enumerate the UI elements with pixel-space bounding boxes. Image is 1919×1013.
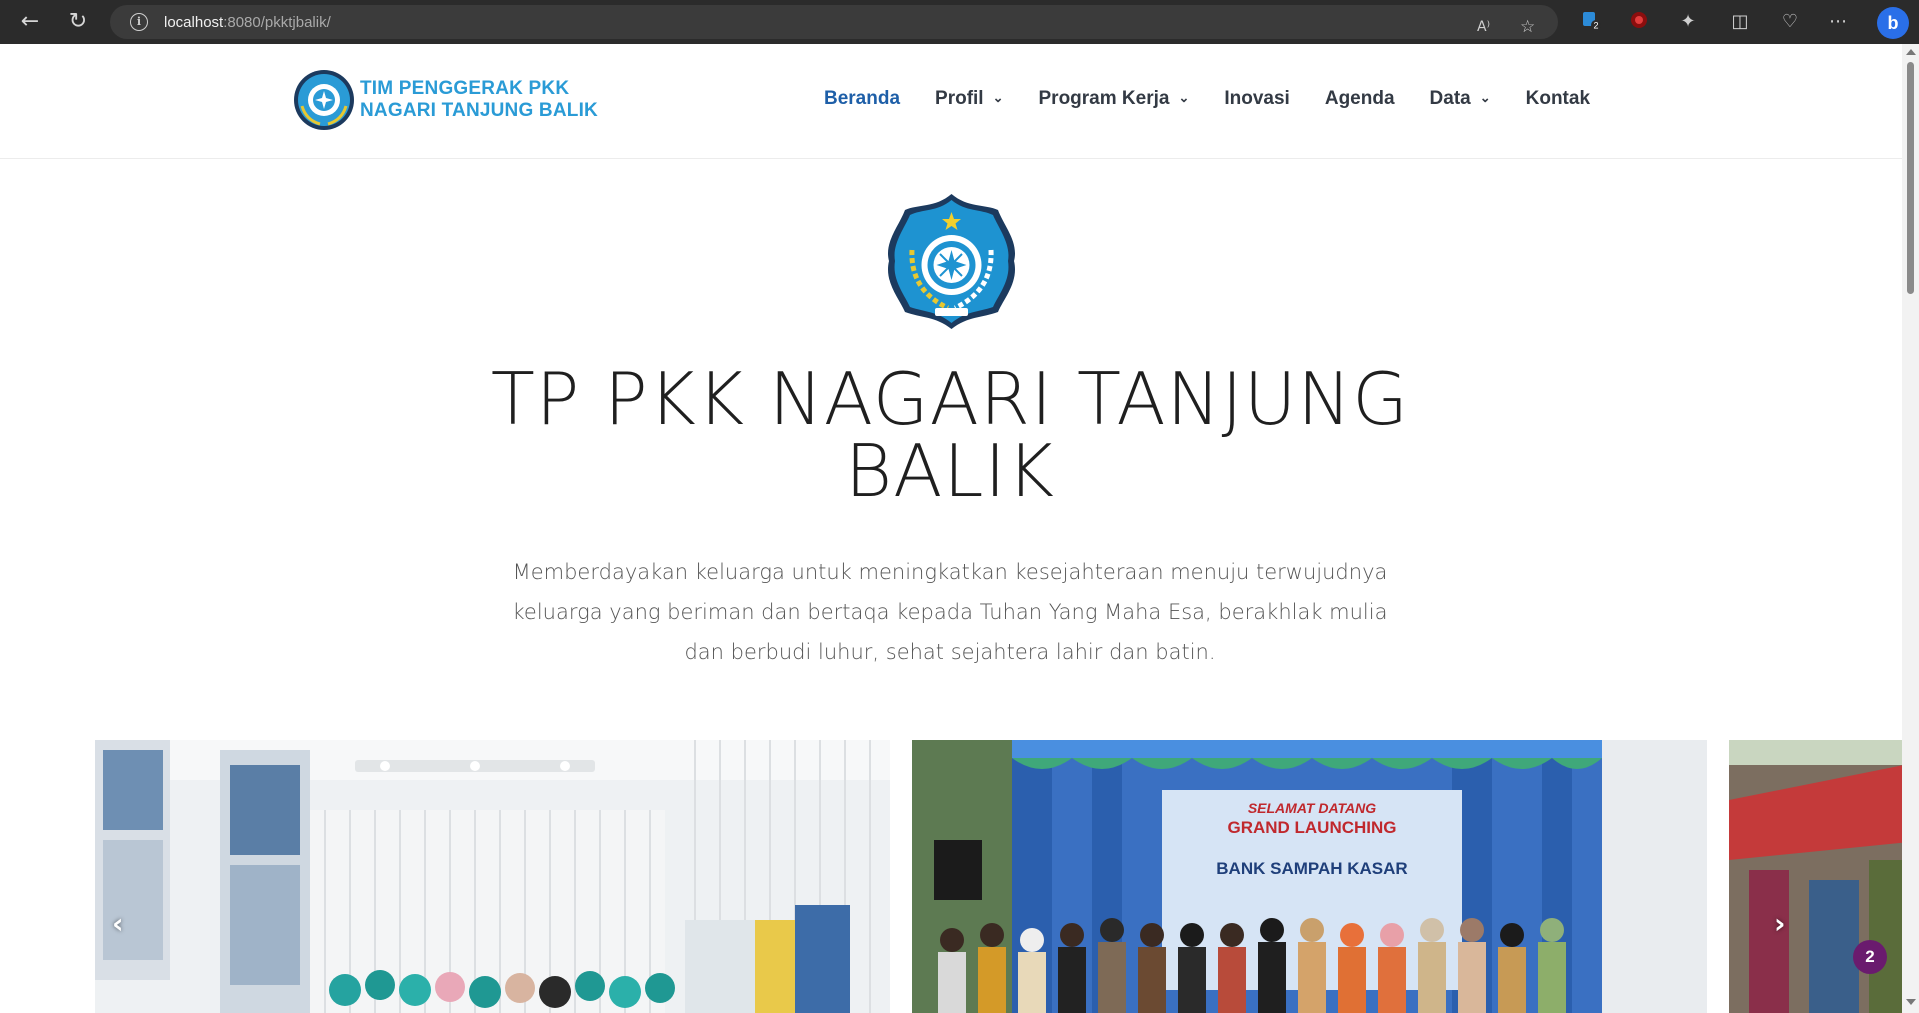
menu-item-inovasi[interactable]: Inovasi <box>1224 88 1289 110</box>
menu-label: Inovasi <box>1224 88 1290 109</box>
hero-title-line-1: TP PKK NAGARI TANJUNG <box>490 357 1410 441</box>
main-menu: Beranda Profil ⌄ Program Kerja ⌄ Inovasi A… <box>824 88 1625 110</box>
extension-badge-count: 2 <box>1593 21 1598 31</box>
adblock-icon[interactable] <box>1626 9 1652 35</box>
browser-toolbar: ← ↻ i localhost:8080/pkktjbalik/ A⁾ ☆ 2 … <box>0 0 1919 44</box>
back-icon[interactable]: ← <box>16 8 44 36</box>
grand-launching-photo: SELAMAT DATANG GRAND LAUNCHING BANK SAMP… <box>912 740 1707 1013</box>
site-header: TIM PENGGERAK PKK NAGARI TANJUNG BALIK B… <box>0 44 1902 159</box>
favorite-star-icon[interactable]: ☆ <box>1520 15 1535 39</box>
chevron-down-icon: ⌄ <box>1479 90 1491 105</box>
browser-essentials-icon[interactable]: ♡ <box>1777 9 1803 35</box>
menu-label: Agenda <box>1324 88 1395 109</box>
menu-label: Kontak <box>1525 88 1591 109</box>
site-info-icon[interactable]: i <box>130 13 148 31</box>
menu-item-data[interactable]: Data ⌄ <box>1430 88 1491 110</box>
brand-line-2: NAGARI TANJUNG BALIK <box>360 100 598 121</box>
pkk-logo-icon[interactable] <box>292 68 356 132</box>
menu-item-beranda[interactable]: Beranda <box>824 88 900 110</box>
menu-label: Program Kerja <box>1038 88 1170 109</box>
scroll-up-icon[interactable] <box>1906 49 1916 55</box>
menu-label: Beranda <box>824 88 901 109</box>
menu-item-profil[interactable]: Profil ⌄ <box>935 88 1003 110</box>
address-bar[interactable]: i localhost:8080/pkktjbalik/ A⁾ ☆ <box>110 5 1558 39</box>
banner-line-1: SELAMAT DATANG <box>1248 800 1376 816</box>
hero-title: TP PKK NAGARI TANJUNG BALIK <box>460 363 1440 507</box>
brand-name[interactable]: TIM PENGGERAK PKK NAGARI TANJUNG BALIK <box>360 78 598 122</box>
carousel-slide-grand-launching[interactable]: SELAMAT DATANG GRAND LAUNCHING BANK SAMP… <box>912 740 1707 1013</box>
extension-badge-icon[interactable]: 2 <box>1578 9 1604 35</box>
refresh-icon[interactable]: ↻ <box>64 8 92 36</box>
read-aloud-icon[interactable]: A⁾ <box>1477 15 1490 39</box>
menu-item-kontak[interactable]: Kontak <box>1526 88 1590 110</box>
carousel-prev-icon[interactable]: ‹ <box>112 907 124 940</box>
menu-item-program-kerja[interactable]: Program Kerja ⌄ <box>1039 88 1190 110</box>
page-scrollbar[interactable] <box>1902 44 1919 1013</box>
menu-label: Data <box>1429 88 1471 109</box>
banner-line-2: GRAND LAUNCHING <box>1227 818 1396 837</box>
scroll-down-icon[interactable] <box>1906 999 1916 1005</box>
photo-carousel[interactable]: SELAMAT DATANG GRAND LAUNCHING BANK SAMP… <box>95 740 1902 1013</box>
banner-line-3: BANK SAMPAH KASAR <box>1216 859 1407 878</box>
brand-line-1: TIM PENGGERAK PKK <box>360 78 570 99</box>
floating-notification-badge[interactable]: 2 <box>1853 940 1887 974</box>
url-path: :8080/pkktjbalik/ <box>223 13 331 31</box>
split-screen-icon[interactable]: ◫ <box>1727 9 1753 35</box>
pkk-emblem-icon <box>887 194 1016 329</box>
hero-title-line-2: BALIK <box>845 429 1055 513</box>
url-host: localhost <box>164 13 224 31</box>
copilot-icon[interactable]: b <box>1877 7 1909 39</box>
url-text[interactable]: localhost:8080/pkktjbalik/ <box>164 14 331 31</box>
chevron-down-icon: ⌄ <box>1178 90 1190 105</box>
scroll-thumb[interactable] <box>1907 62 1914 294</box>
office-meeting-photo <box>95 740 890 1013</box>
carousel-next-icon[interactable]: › <box>1774 907 1786 940</box>
chevron-down-icon: ⌄ <box>992 90 1004 105</box>
more-options-icon[interactable]: ⋯ <box>1825 9 1851 35</box>
extensions-puzzle-icon[interactable]: ✦ <box>1675 9 1701 35</box>
hero-subtitle: Memberdayakan keluarga untuk meningkatka… <box>512 560 1388 664</box>
menu-item-agenda[interactable]: Agenda <box>1325 88 1395 110</box>
carousel-slide-office-meeting[interactable] <box>95 740 890 1013</box>
menu-label: Profil <box>935 88 984 109</box>
